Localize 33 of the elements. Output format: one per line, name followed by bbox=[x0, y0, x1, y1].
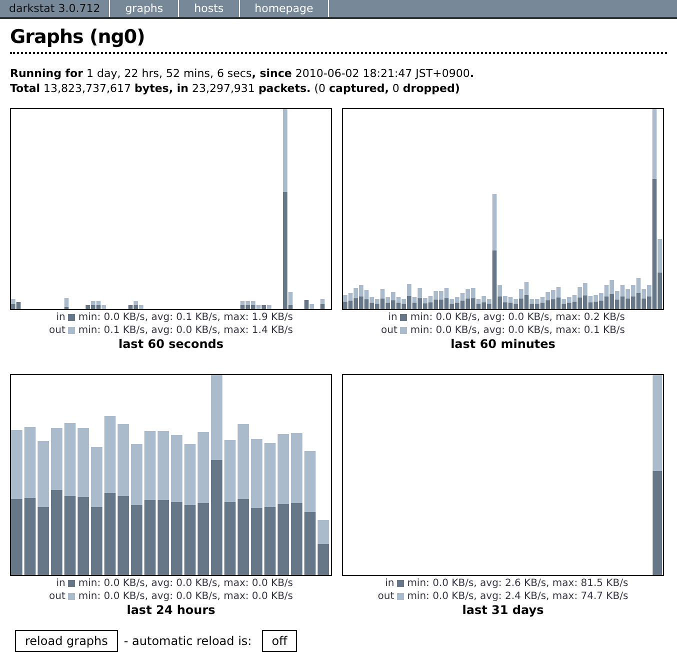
legend-stats: min: 0.0 KB/s, avg: 0.1 KB/s, max: 1.9 KB/s bbox=[78, 311, 294, 324]
stacked-bar bbox=[318, 520, 329, 575]
page-title: Graphs (ng0) bbox=[10, 25, 667, 54]
legend-label: in bbox=[55, 311, 66, 324]
graph-title: last 31 days bbox=[462, 603, 544, 618]
graph-title: last 60 minutes bbox=[450, 337, 556, 352]
legend-label: out bbox=[378, 590, 394, 603]
legend-stats: min: 0.1 KB/s, avg: 0.0 KB/s, max: 1.4 KB/s bbox=[78, 324, 294, 337]
legend-label: out bbox=[48, 590, 66, 603]
legend-stats: min: 0.0 KB/s, avg: 0.0 KB/s, max: 0.2 KB/s bbox=[410, 311, 626, 324]
reload-graphs-button[interactable]: reload graphs bbox=[15, 630, 118, 652]
legend-stats: min: 0.0 KB/s, avg: 0.0 KB/s, max: 0.0 KB/s bbox=[78, 590, 294, 603]
app-name: darkstat 3.0.712 bbox=[0, 0, 110, 17]
legend-label: in bbox=[55, 577, 66, 590]
auto-reload-button[interactable]: off bbox=[262, 630, 298, 652]
stacked-bar bbox=[64, 298, 69, 309]
nav-link[interactable]: hosts bbox=[179, 0, 240, 17]
nav-link[interactable]: graphs bbox=[110, 0, 180, 17]
legend-stats: min: 0.0 KB/s, avg: 2.4 KB/s, max: 74.7 KB/s bbox=[407, 590, 628, 603]
legend-stats: min: 0.0 KB/s, avg: 0.0 KB/s, max: 0.0 KB/s bbox=[78, 577, 294, 590]
nav-link[interactable]: homepage bbox=[240, 0, 330, 17]
legend-stats: min: 0.0 KB/s, avg: 2.6 KB/s, max: 81.5 KB/s bbox=[407, 577, 628, 590]
summary-text: Running for 1 day, 22 hrs, 52 mins, 6 secs, since 2010-06-02 18:21:47 JST+0900. bbox=[10, 66, 476, 81]
legend-stats: min: 0.0 KB/s, avg: 0.0 KB/s, max: 0.1 KB/s bbox=[410, 324, 626, 337]
legend-label: in bbox=[384, 577, 394, 590]
legend-label: out bbox=[380, 324, 398, 337]
legend-label: in bbox=[387, 311, 398, 324]
graph-title: last 60 seconds bbox=[118, 337, 224, 352]
legend-label: out bbox=[48, 324, 66, 337]
auto-reload-label: - automatic reload is: bbox=[124, 633, 252, 650]
graph-title: last 24 hours bbox=[126, 603, 216, 618]
stacked-bar bbox=[320, 299, 325, 309]
summary-text: Total 13,823,737,617 bytes, in 23,297,931 packets. (0 captured, 0 dropped) bbox=[10, 81, 461, 96]
